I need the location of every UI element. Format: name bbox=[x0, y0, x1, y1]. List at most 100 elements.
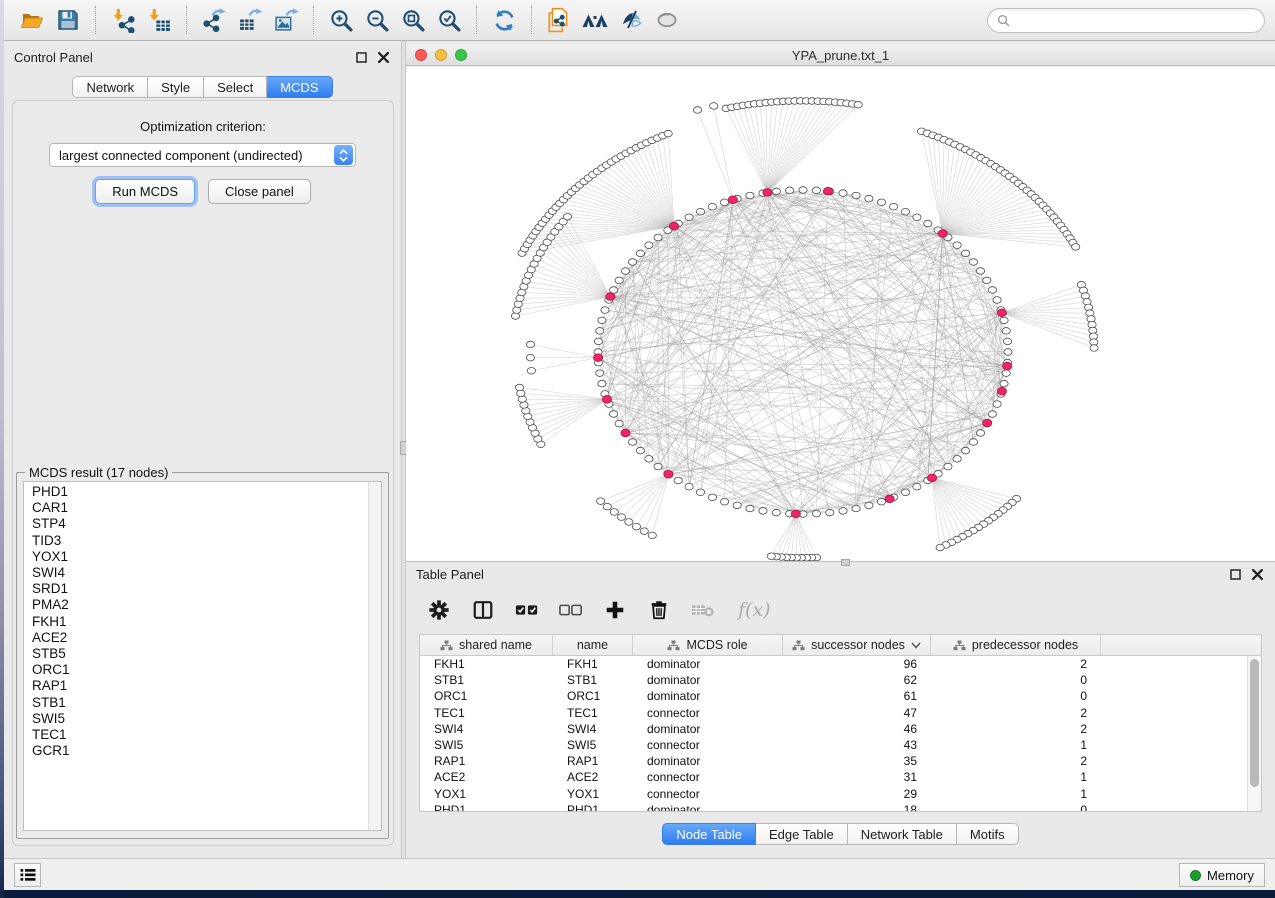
table-cell[interactable]: 96 bbox=[783, 657, 931, 671]
deselect-all-columns-button[interactable] bbox=[559, 598, 583, 622]
table-body[interactable]: FKH1FKH1dominator962STB1STB1dominator620… bbox=[420, 656, 1247, 811]
table-cell[interactable]: 35 bbox=[783, 754, 931, 768]
table-cell[interactable]: 0 bbox=[931, 689, 1101, 703]
network-nodes[interactable] bbox=[511, 98, 1098, 561]
tab-select[interactable]: Select bbox=[204, 76, 267, 98]
table-cell[interactable]: STB1 bbox=[420, 673, 553, 687]
table-cell[interactable]: connector bbox=[633, 738, 783, 752]
mcds-result-list[interactable]: PHD1CAR1STP4TID3YOX1SWI4SRD1PMA2FKH1ACE2… bbox=[23, 481, 382, 831]
table-cell[interactable]: 2 bbox=[931, 657, 1101, 671]
mcds-result-item[interactable]: TEC1 bbox=[24, 727, 367, 743]
table-cell[interactable]: TEC1 bbox=[553, 706, 633, 720]
network-window-titlebar[interactable]: YPA_prune.txt_1 bbox=[406, 45, 1275, 66]
table-row[interactable]: SWI5SWI5connector431 bbox=[420, 737, 1247, 753]
mcds-result-item[interactable]: YOX1 bbox=[24, 549, 367, 565]
select-all-columns-button[interactable] bbox=[515, 598, 539, 622]
table-cell[interactable]: PHD1 bbox=[553, 803, 633, 811]
table-cell[interactable]: dominator bbox=[633, 754, 783, 768]
table-cell[interactable]: dominator bbox=[633, 722, 783, 736]
hide-graphics-details-button[interactable] bbox=[613, 4, 649, 36]
zoom-out-button[interactable] bbox=[359, 4, 395, 36]
table-row[interactable]: TEC1TEC1connector472 bbox=[420, 705, 1247, 721]
table-row[interactable]: YOX1YOX1connector291 bbox=[420, 786, 1247, 802]
table-row[interactable]: ORC1ORC1dominator610 bbox=[420, 688, 1247, 704]
zoom-selected-button[interactable] bbox=[431, 4, 467, 36]
mcds-result-item[interactable]: SRD1 bbox=[24, 581, 367, 597]
mcds-hub-node[interactable] bbox=[763, 189, 772, 197]
table-cell[interactable]: RAP1 bbox=[420, 754, 553, 768]
mcds-result-item[interactable]: CAR1 bbox=[24, 500, 367, 516]
mcds-result-item[interactable]: STB5 bbox=[24, 646, 367, 662]
tab-node-table[interactable]: Node Table bbox=[662, 823, 756, 845]
column-header-shared-name[interactable]: shared name bbox=[420, 635, 553, 655]
table-cell[interactable]: TEC1 bbox=[420, 706, 553, 720]
mcds-hub-node[interactable] bbox=[791, 510, 800, 518]
zoom-fit-button[interactable] bbox=[395, 4, 431, 36]
mcds-hub-node[interactable] bbox=[594, 354, 603, 362]
mcds-result-item[interactable]: ORC1 bbox=[24, 662, 367, 678]
table-row[interactable]: STB1STB1dominator620 bbox=[420, 672, 1247, 688]
table-row[interactable]: PHD1PHD1dominator180 bbox=[420, 802, 1247, 811]
table-cell[interactable]: 0 bbox=[931, 803, 1101, 811]
table-cell[interactable]: SWI4 bbox=[553, 722, 633, 736]
mcds-hub-node[interactable] bbox=[669, 222, 678, 230]
mcds-hub-node[interactable] bbox=[621, 429, 630, 437]
mcds-result-item[interactable]: RAP1 bbox=[24, 678, 367, 694]
table-row[interactable]: RAP1RAP1dominator352 bbox=[420, 753, 1247, 769]
table-cell[interactable]: 61 bbox=[783, 689, 931, 703]
network-canvas[interactable] bbox=[406, 67, 1275, 561]
mcds-result-item[interactable]: STB1 bbox=[24, 695, 367, 711]
column-header-MCDS-role[interactable]: MCDS role bbox=[633, 635, 783, 655]
mcds-hub-node[interactable] bbox=[927, 474, 936, 482]
table-cell[interactable]: ACE2 bbox=[553, 770, 633, 784]
table-cell[interactable]: 1 bbox=[931, 738, 1101, 752]
column-header-name[interactable]: name bbox=[553, 635, 633, 655]
mcds-hub-node[interactable] bbox=[997, 387, 1006, 395]
table-cell[interactable]: 0 bbox=[931, 673, 1101, 687]
table-cell[interactable]: 1 bbox=[931, 770, 1101, 784]
import-network-button[interactable] bbox=[105, 4, 141, 36]
table-cell[interactable]: SWI5 bbox=[420, 738, 553, 752]
show-task-history-button[interactable] bbox=[14, 863, 41, 887]
table-cell[interactable]: STB1 bbox=[553, 673, 633, 687]
table-cell[interactable]: 18 bbox=[783, 803, 931, 811]
network-graph[interactable] bbox=[406, 67, 1275, 561]
table-cell[interactable]: 2 bbox=[931, 722, 1101, 736]
mcds-hub-node[interactable] bbox=[1003, 362, 1012, 370]
show-graphics-details-button[interactable] bbox=[649, 4, 685, 36]
table-settings-button[interactable] bbox=[427, 598, 451, 622]
refresh-view-button[interactable] bbox=[486, 4, 522, 36]
mcds-result-item[interactable]: FKH1 bbox=[24, 614, 367, 630]
table-cell[interactable]: FKH1 bbox=[553, 657, 633, 671]
table-cell[interactable]: PHD1 bbox=[420, 803, 553, 811]
toggle-column-view-button[interactable] bbox=[471, 598, 495, 622]
mcds-hub-node[interactable] bbox=[885, 495, 894, 503]
export-network-button[interactable] bbox=[196, 4, 232, 36]
table-cell[interactable]: YOX1 bbox=[553, 787, 633, 801]
close-mcds-panel-button[interactable]: Close panel bbox=[208, 179, 311, 204]
close-panel-button[interactable] bbox=[375, 49, 391, 65]
mcds-result-item[interactable]: GCR1 bbox=[24, 743, 367, 759]
table-cell[interactable]: ORC1 bbox=[553, 689, 633, 703]
mcds-list-scrollbar[interactable] bbox=[368, 482, 381, 830]
table-cell[interactable]: 43 bbox=[783, 738, 931, 752]
mcds-result-item[interactable]: TID3 bbox=[24, 533, 367, 549]
float-panel-button[interactable] bbox=[353, 49, 369, 65]
mcds-hub-node[interactable] bbox=[823, 187, 832, 195]
new-network-from-selection-button[interactable] bbox=[541, 4, 577, 36]
table-cell[interactable]: connector bbox=[633, 787, 783, 801]
table-row[interactable]: SWI4SWI4dominator462 bbox=[420, 721, 1247, 737]
mcds-hub-node[interactable] bbox=[938, 230, 947, 238]
table-cell[interactable]: dominator bbox=[633, 803, 783, 811]
open-session-button[interactable] bbox=[14, 4, 50, 36]
tab-motifs[interactable]: Motifs bbox=[957, 823, 1019, 845]
table-cell[interactable]: 2 bbox=[931, 754, 1101, 768]
export-image-button[interactable] bbox=[268, 4, 304, 36]
table-cell[interactable]: SWI4 bbox=[420, 722, 553, 736]
mcds-result-item[interactable]: SWI4 bbox=[24, 565, 367, 581]
node-table[interactable]: shared namenameMCDS rolesuccessor nodesp… bbox=[419, 634, 1262, 812]
table-cell[interactable]: dominator bbox=[633, 657, 783, 671]
save-session-button[interactable] bbox=[50, 4, 86, 36]
mcds-hub-node[interactable] bbox=[728, 196, 737, 204]
mcds-result-item[interactable]: STP4 bbox=[24, 516, 367, 532]
